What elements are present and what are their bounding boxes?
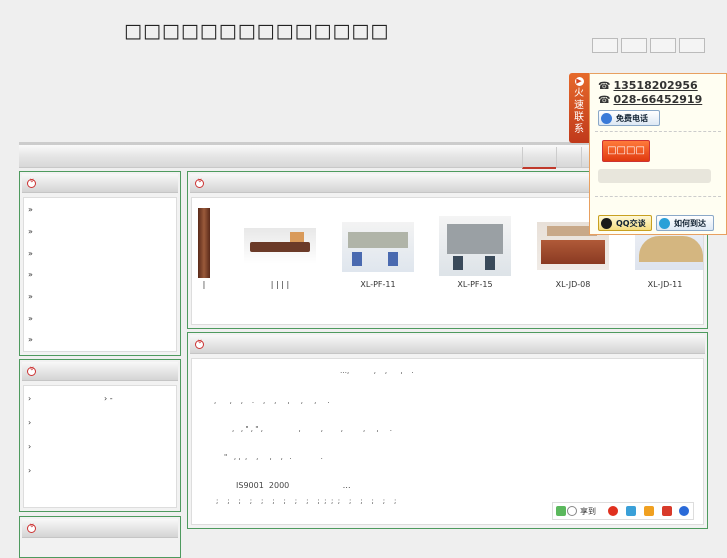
product-label[interactable]: XL-PF-15	[435, 280, 515, 289]
product-label[interactable]: |	[192, 280, 244, 289]
phone-icon: ☎	[598, 81, 611, 92]
list-item[interactable]: ›	[28, 394, 31, 403]
product-image[interactable]	[244, 228, 316, 264]
list-item[interactable]: »	[28, 292, 33, 301]
product-label[interactable]: | | | |	[240, 280, 320, 289]
douban-icon[interactable]	[679, 506, 689, 516]
list-item[interactable]: ›	[28, 442, 31, 451]
divider	[595, 131, 721, 132]
sidebar-category-panel: » » » » » » »	[19, 171, 181, 356]
panel-header	[190, 335, 705, 354]
qzone-icon[interactable]	[626, 506, 636, 516]
free-call-button[interactable]: 免费电话	[598, 110, 660, 126]
list-item[interactable]: › -	[104, 394, 113, 403]
double-arrow-icon	[27, 524, 36, 533]
list-item[interactable]: »	[28, 249, 33, 258]
intro-text: , , , . , , , , , .	[214, 397, 330, 405]
share-bar: 享到	[552, 502, 694, 520]
order-button[interactable]: □□□□	[602, 140, 650, 162]
list-item[interactable]: »	[28, 335, 33, 344]
panel-header	[22, 174, 178, 193]
double-arrow-icon	[27, 179, 36, 188]
company-intro-panel: …, , , , . , , , . , , , , , . , , " , "…	[187, 332, 708, 529]
sidebar-news-panel: › › - › › ›	[19, 359, 181, 512]
contact-tab[interactable]: ▶ 火速联系	[569, 73, 589, 143]
play-icon: ▶	[574, 77, 584, 86]
product-label[interactable]: XL-PF-11	[338, 280, 418, 289]
double-arrow-icon	[195, 179, 204, 188]
product-label[interactable]: XL-JD-11	[625, 280, 703, 289]
intro-text: " , , , , , , . .	[224, 453, 323, 461]
contact-tab-label: 火速联系	[574, 88, 584, 135]
sidebar-contact-panel	[19, 516, 181, 558]
top-link-3[interactable]	[650, 38, 676, 53]
category-list: » » » » » » »	[23, 197, 177, 352]
phone-icon: ☎	[598, 95, 611, 106]
contact-box: ☎ 13518202956 ☎ 028-66452919 免费电话 □□□□ QQ交…	[589, 73, 727, 235]
list-item[interactable]: ›	[28, 418, 31, 427]
product-image[interactable]	[342, 222, 414, 272]
nav-top-rule	[19, 142, 599, 145]
product-image[interactable]	[198, 208, 210, 278]
list-item[interactable]: »	[28, 270, 33, 279]
plus-icon[interactable]	[556, 506, 566, 516]
directions-button[interactable]: 如何到达	[656, 215, 714, 231]
top-link-2[interactable]	[621, 38, 647, 53]
floating-contact-widget: ▶ 火速联系 ☎ 13518202956 ☎ 028-66452919 免费电话 □…	[569, 73, 727, 235]
nav-tab-active[interactable]	[522, 147, 556, 169]
renren-icon[interactable]	[662, 506, 672, 516]
tencent-weibo-icon[interactable]	[644, 506, 654, 516]
share-arrow-icon[interactable]	[567, 506, 577, 516]
main-nav	[19, 142, 599, 169]
panel-header	[22, 519, 178, 538]
top-link-1[interactable]	[592, 38, 618, 53]
intro-text: IS9001 2000 …	[236, 481, 351, 490]
product-label[interactable]: XL-JD-08	[533, 280, 613, 289]
phone-number-2: ☎ 028-66452919	[598, 93, 703, 106]
divider	[595, 196, 721, 197]
intro-body: …, , , , . , , , . , , , , , . , , " , "…	[191, 358, 704, 525]
map-pin-icon	[659, 218, 670, 229]
share-label[interactable]: 享到	[580, 506, 596, 517]
intro-text: , , " , " , , , , , , .	[232, 425, 392, 433]
intro-text: ; ; ; ; ; ; ; ; ; ; ; ; ; ; ; ; ; ;	[216, 497, 397, 505]
site-title: □□□□□□□□□□□□□□	[124, 20, 390, 42]
top-link-4[interactable]	[679, 38, 705, 53]
list-item[interactable]: »	[28, 205, 33, 214]
double-arrow-icon	[27, 367, 36, 376]
weibo-icon[interactable]	[608, 506, 618, 516]
panel-header	[22, 362, 178, 381]
news-list: › › - › › ›	[23, 385, 177, 508]
list-item[interactable]: »	[28, 314, 33, 323]
phone-number-1: ☎ 13518202956	[598, 79, 698, 92]
phone-icon	[601, 113, 612, 124]
double-arrow-icon	[195, 340, 204, 349]
product-image[interactable]	[439, 216, 511, 276]
intro-text: …, , , , .	[340, 367, 414, 375]
qq-icon	[601, 218, 612, 229]
list-item[interactable]: »	[28, 227, 33, 236]
message-input[interactable]	[598, 169, 711, 183]
qq-chat-button[interactable]: QQ交谈	[598, 215, 652, 231]
list-item[interactable]: ›	[28, 466, 31, 475]
